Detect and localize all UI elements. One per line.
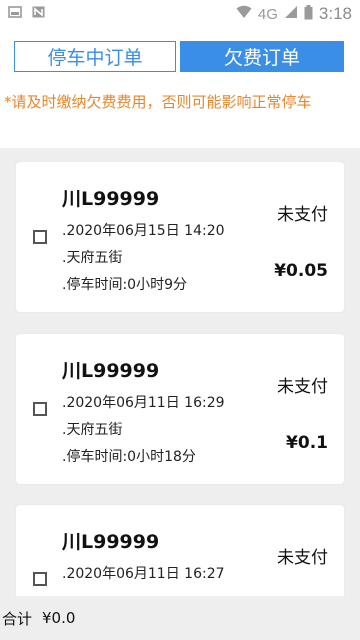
order-status: 未支付 [277,548,328,568]
clock: 3:18 [318,4,352,23]
arrears-notice: *请及时缴纳欠费费用，否则可能影响正常停车 [0,84,360,148]
order-duration: .停车时间:0小时18分 [62,449,196,465]
total-label: 合计 [2,609,33,628]
app-notification-icon [32,6,45,22]
status-bar-left [8,6,45,22]
total-bar: 合计 ¥0.0 [0,596,360,640]
order-datetime: .2020年06月11日 16:27 [62,566,225,582]
total-amount: ¥0.0 [42,609,76,627]
order-plate: 川L99999 [62,360,160,382]
tab-parking-orders[interactable]: 停车中订单 [14,41,176,72]
order-select-checkbox[interactable] [33,572,47,586]
order-plate: 川L99999 [62,531,160,553]
order-datetime: .2020年06月11日 16:29 [62,395,225,411]
battery-icon [304,4,313,24]
order-status: 未支付 [277,377,328,397]
network-type: 4G [257,5,278,23]
order-select-checkbox[interactable] [33,402,47,416]
order-status: 未支付 [277,205,328,225]
order-select-checkbox[interactable] [33,230,47,244]
order-street: .天府五街 [62,422,123,438]
order-card[interactable]: 川L99999 .2020年06月15日 14:20 .天府五街 .停车时间:0… [16,162,344,312]
signal-icon [284,5,298,23]
tab-arrears-orders[interactable]: 欠费订单 [180,41,344,72]
status-bar: 4G 3:18 [0,0,360,28]
order-street: .天府五街 [62,250,123,266]
gallery-notification-icon [8,6,22,22]
order-tabs: 停车中订单 欠费订单 [0,28,360,84]
status-bar-right: 4G 3:18 [236,4,352,24]
order-plate: 川L99999 [62,188,160,210]
order-card[interactable]: 川L99999 .2020年06月11日 16:29 .天府五街 .停车时间:0… [16,334,344,484]
order-datetime: .2020年06月15日 14:20 [62,223,225,239]
wifi-icon [236,5,252,23]
order-duration: .停车时间:0小时9分 [62,277,187,293]
order-amount: ¥0.1 [286,433,328,453]
order-amount: ¥0.05 [274,261,328,281]
